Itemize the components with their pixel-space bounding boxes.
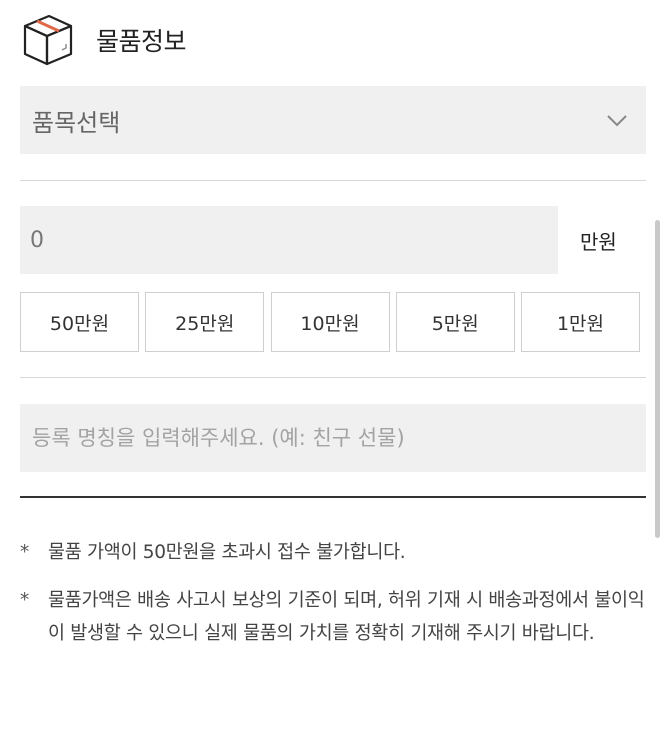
notice-list: * 물품 가액이 50만원을 초과시 접수 불가합니다. * 물품가액은 배송 … xyxy=(20,536,650,665)
notice-item: * 물품가액은 배송 사고시 보상의 기준이 되며, 허위 기재 시 배송과정에… xyxy=(20,584,650,650)
preset-10-button[interactable]: 10만원 xyxy=(270,292,390,352)
section-title: 물품정보 xyxy=(96,27,187,56)
preset-5-button[interactable]: 5만원 xyxy=(395,292,515,352)
item-category-select[interactable]: 품목선택 xyxy=(20,86,646,154)
section-divider xyxy=(20,496,646,498)
asterisk-bullet: * xyxy=(20,590,29,611)
notice-text: 물품가액은 배송 사고시 보상의 기준이 되며, 허위 기재 시 배송과정에서 … xyxy=(48,590,645,644)
package-box-icon xyxy=(20,12,76,68)
preset-25-button[interactable]: 25만원 xyxy=(145,292,265,352)
chevron-down-icon xyxy=(606,113,628,127)
preset-50-button[interactable]: 50만원 xyxy=(20,292,139,352)
scrollbar[interactable] xyxy=(655,220,660,538)
asterisk-bullet: * xyxy=(20,542,29,563)
preset-1-button[interactable]: 1만원 xyxy=(521,292,640,352)
item-value-input[interactable] xyxy=(20,206,558,274)
amount-preset-group: 50만원 25만원 10만원 5만원 1만원 xyxy=(20,292,640,352)
registration-name-input[interactable] xyxy=(20,404,646,472)
divider xyxy=(20,180,646,181)
notice-text: 물품 가액이 50만원을 초과시 접수 불가합니다. xyxy=(48,542,406,563)
amount-unit-label: 만원 xyxy=(580,230,617,254)
item-category-label: 품목선택 xyxy=(32,108,121,137)
divider xyxy=(20,377,646,378)
notice-item: * 물품 가액이 50만원을 초과시 접수 불가합니다. xyxy=(20,536,650,569)
section-header: 물품정보 xyxy=(20,12,187,68)
